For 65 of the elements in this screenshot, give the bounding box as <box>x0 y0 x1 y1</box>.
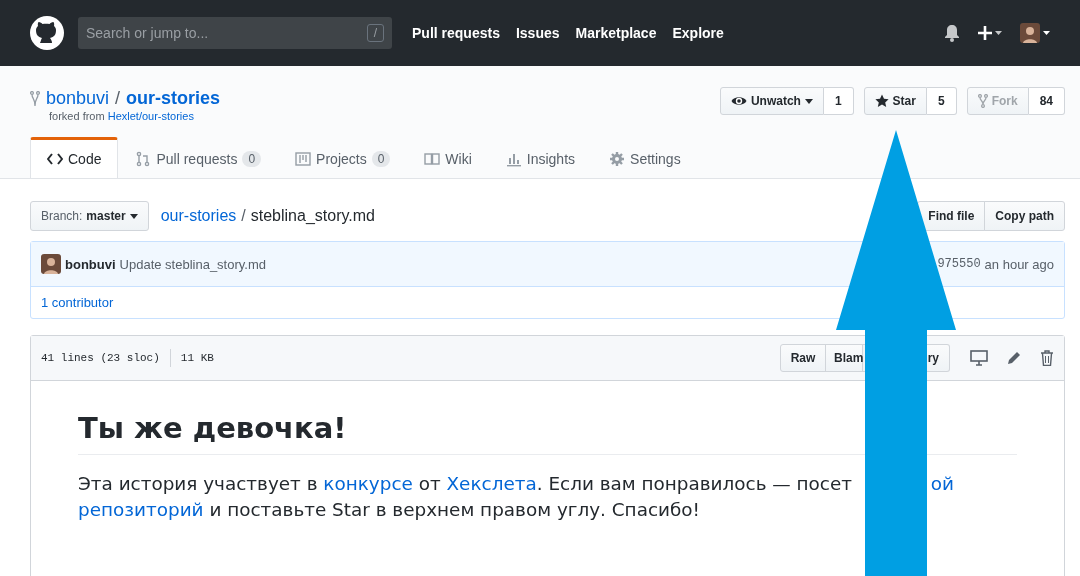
commit-author[interactable]: bonbuvi <box>65 256 116 272</box>
gear-icon <box>609 151 626 167</box>
contributors-link[interactable]: 1 contributor <box>41 295 114 310</box>
file-action-button[interactable]: Copy path <box>984 201 1065 231</box>
commit-time: an hour ago <box>984 256 1054 272</box>
file-view-button[interactable]: Blam <box>825 344 863 372</box>
forked-from-text: forked from Hexlet/our-stories <box>49 110 195 122</box>
line-count: 41 lines (23 sloc) <box>41 352 160 364</box>
path-separator: / <box>241 207 246 225</box>
bell-icon[interactable] <box>944 24 960 42</box>
trash-icon[interactable] <box>1040 350 1054 366</box>
nav-link[interactable]: Explore <box>672 25 724 41</box>
repo-tab[interactable]: Wiki <box>407 137 489 178</box>
fork-icon <box>30 90 40 107</box>
file-view-button[interactable]: ry <box>925 344 950 372</box>
nav-link[interactable]: Marketplace <box>575 25 657 41</box>
file-name: steblina_story.md <box>250 207 375 225</box>
commit-sha[interactable]: 975550 <box>937 257 981 271</box>
file-size: 11 KB <box>180 352 214 364</box>
star-button[interactable]: Star <box>863 87 927 115</box>
counter: 0 <box>242 151 262 167</box>
repo-tab[interactable]: Code <box>30 137 119 178</box>
bar-graph-icon <box>505 151 522 167</box>
text-link[interactable]: конкурсе <box>323 473 413 494</box>
octocat-logo-icon[interactable] <box>30 16 64 50</box>
counter: 0 <box>371 151 391 167</box>
file-view-button[interactable]: Raw <box>780 344 826 372</box>
code-icon <box>47 151 63 167</box>
commit-message[interactable]: Update steblina_story.md <box>119 256 266 272</box>
avatar-dropdown-icon[interactable] <box>1020 23 1050 43</box>
text-link[interactable]: репозиторий <box>78 498 204 520</box>
caret-icon <box>129 213 138 219</box>
count-badge[interactable]: 1 <box>823 87 854 115</box>
source-repo-link[interactable]: Hexlet/our-stories <box>107 110 194 122</box>
shortcut-key: / <box>366 24 384 42</box>
paragraph-text: Эта история участвует в конкурсе от Хекслета. Если вам понравилось — посет <box>78 472 852 496</box>
repo-tab[interactable]: Projects 0 <box>278 137 408 178</box>
branch-selector[interactable]: Branch: master <box>30 201 149 231</box>
path-link[interactable]: our-stories <box>160 207 237 225</box>
board-icon <box>295 151 312 167</box>
star-icon <box>874 94 889 108</box>
text-link[interactable]: ой <box>930 471 954 497</box>
search-field[interactable]: Search or jump to... / <box>78 17 392 49</box>
owner-link[interactable]: bonbuvi <box>46 88 110 109</box>
file-action-button[interactable]: Find file <box>917 201 986 231</box>
nav-link[interactable]: Issues <box>515 25 560 41</box>
repo-tab[interactable]: Pull requests 0 <box>118 137 279 178</box>
avatar-icon <box>41 254 61 274</box>
watch-button[interactable]: Unwatch <box>719 87 824 115</box>
caret-icon <box>804 98 813 104</box>
fork-icon <box>977 94 988 108</box>
repo-tab[interactable]: Settings <box>592 137 698 178</box>
paragraph-text: репозиторий и поставьте Star в верхнем правом углу. Спасибо! <box>78 498 700 520</box>
count-badge[interactable]: 5 <box>926 87 957 115</box>
eye-icon <box>730 95 747 107</box>
book-icon <box>424 151 441 167</box>
nav-link[interactable]: Pull requests <box>412 25 500 41</box>
path-separator: / <box>115 88 121 109</box>
desktop-icon[interactable] <box>970 350 988 366</box>
repo-tab[interactable]: Insights <box>488 137 593 178</box>
text-link[interactable]: Хекслета <box>446 473 537 494</box>
repo-name-link[interactable]: our-stories <box>126 88 221 109</box>
pencil-icon[interactable] <box>1006 350 1022 366</box>
pull-request-icon <box>135 151 152 167</box>
plus-dropdown-icon[interactable] <box>978 26 1002 40</box>
